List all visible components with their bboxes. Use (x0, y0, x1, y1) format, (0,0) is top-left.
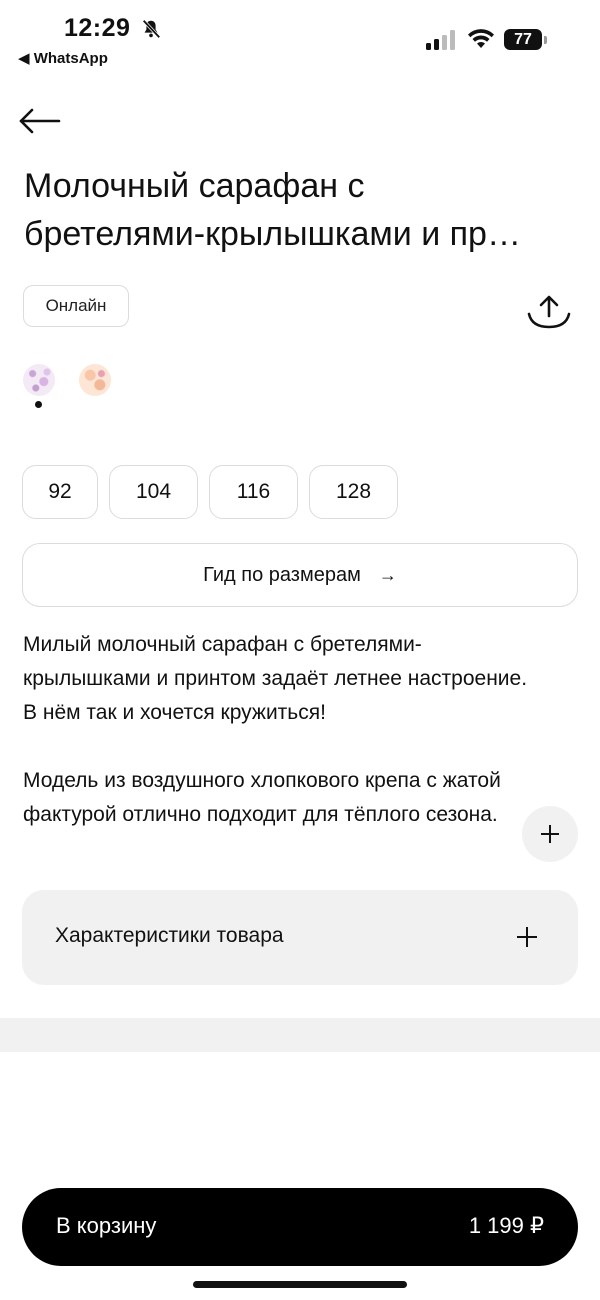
size-option-104[interactable]: 104 (109, 465, 198, 519)
product-title-line-1: Молочный сарафан с (24, 167, 365, 205)
size-option-92[interactable]: 92 (22, 465, 98, 519)
arrow-left-icon[interactable] (18, 106, 62, 136)
plus-icon (517, 927, 537, 947)
online-badge: Онлайн (23, 285, 129, 327)
description-paragraph-1: Милый молочный сарафан с бретелями-крылы… (23, 633, 528, 724)
share-icon[interactable] (526, 294, 572, 330)
battery-tip (544, 36, 547, 44)
product-title-line-2: бретелями-крылышками и пр… (24, 215, 521, 253)
signal-icon (426, 30, 455, 50)
size-guide-label: Гид по размерам (203, 563, 361, 586)
product-title: Молочный сарафан с бретелями-крылышками … (24, 162, 584, 258)
specs-label: Характеристики товара (55, 924, 284, 947)
color-swatch-peach-print[interactable] (79, 364, 111, 396)
description-paragraph-2: Модель из воздушного хлопкового крепа с … (23, 769, 501, 826)
sheet-footer-band (0, 1018, 600, 1052)
wifi-icon (468, 29, 494, 48)
battery-indicator: 77 (504, 29, 542, 50)
add-to-cart-label: В корзину (56, 1213, 157, 1238)
back-to-app-link[interactable]: ◀ WhatsApp (18, 49, 108, 67)
size-option-128[interactable]: 128 (309, 465, 398, 519)
selected-swatch-indicator (35, 401, 42, 408)
size-option-116[interactable]: 116 (209, 465, 298, 519)
size-guide-button[interactable]: Гид по размерам → (22, 543, 578, 607)
specs-accordion[interactable]: Характеристики товара (22, 890, 578, 985)
color-swatch-lilac-print[interactable] (23, 364, 55, 396)
product-description: Милый молочный сарафан с бретелями-крылы… (23, 628, 543, 832)
price-label: 1 199 ₽ (468, 1213, 544, 1238)
add-to-cart-button[interactable]: В корзину 1 199 ₽ (22, 1188, 578, 1266)
home-indicator (193, 1281, 407, 1288)
status-time: 12:29 (64, 14, 131, 42)
expand-description-button[interactable] (522, 806, 578, 862)
arrow-right-icon: → (378, 564, 397, 585)
plus-icon (541, 825, 559, 843)
bell-slash-icon (142, 19, 161, 39)
